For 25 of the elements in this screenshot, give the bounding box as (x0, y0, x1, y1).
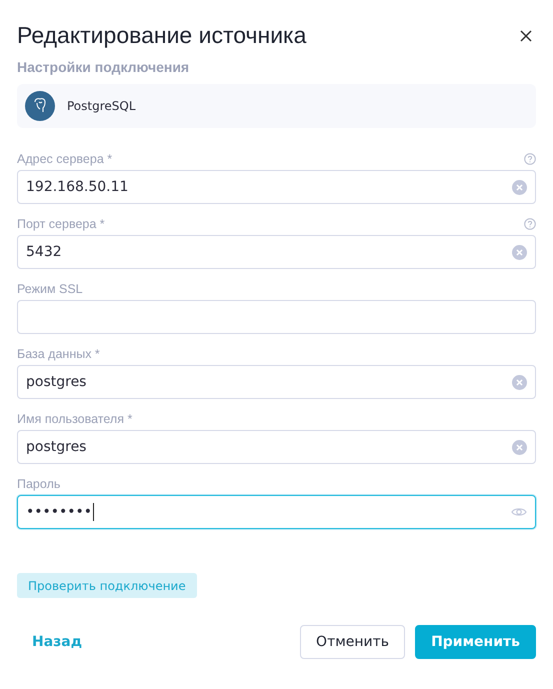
help-icon[interactable] (524, 218, 536, 230)
help-icon[interactable] (524, 153, 536, 165)
password-field[interactable]: •••••••• (17, 495, 536, 529)
clear-icon[interactable] (512, 440, 527, 454)
field-label: Режим SSL (17, 282, 83, 296)
field-label: База данных * (17, 347, 100, 361)
section-subtitle: Настройки подключения (17, 59, 190, 75)
input-field[interactable]: 5432 (17, 235, 536, 269)
input-field[interactable] (17, 300, 536, 334)
close-icon[interactable] (520, 30, 532, 42)
clear-icon[interactable] (512, 374, 527, 390)
text-caret (93, 503, 94, 521)
input-field[interactable]: postgres (17, 430, 536, 464)
eye-icon[interactable] (511, 506, 527, 518)
field-label: Порт сервера * (17, 217, 105, 231)
input-field[interactable]: 192.168.50.11 (17, 170, 536, 204)
cancel-button[interactable]: Отменить (300, 625, 406, 659)
input-field[interactable]: postgres (17, 365, 536, 399)
field-label: Имя пользователя * (17, 412, 132, 426)
source-name: PostgreSQL (67, 99, 136, 113)
clear-icon[interactable] (512, 244, 527, 260)
field-label: Адрес сервера * (17, 152, 112, 166)
field-label: Пароль (17, 477, 60, 491)
clear-icon[interactable] (512, 180, 527, 194)
dialog-title: Редактирование источника (17, 22, 306, 49)
